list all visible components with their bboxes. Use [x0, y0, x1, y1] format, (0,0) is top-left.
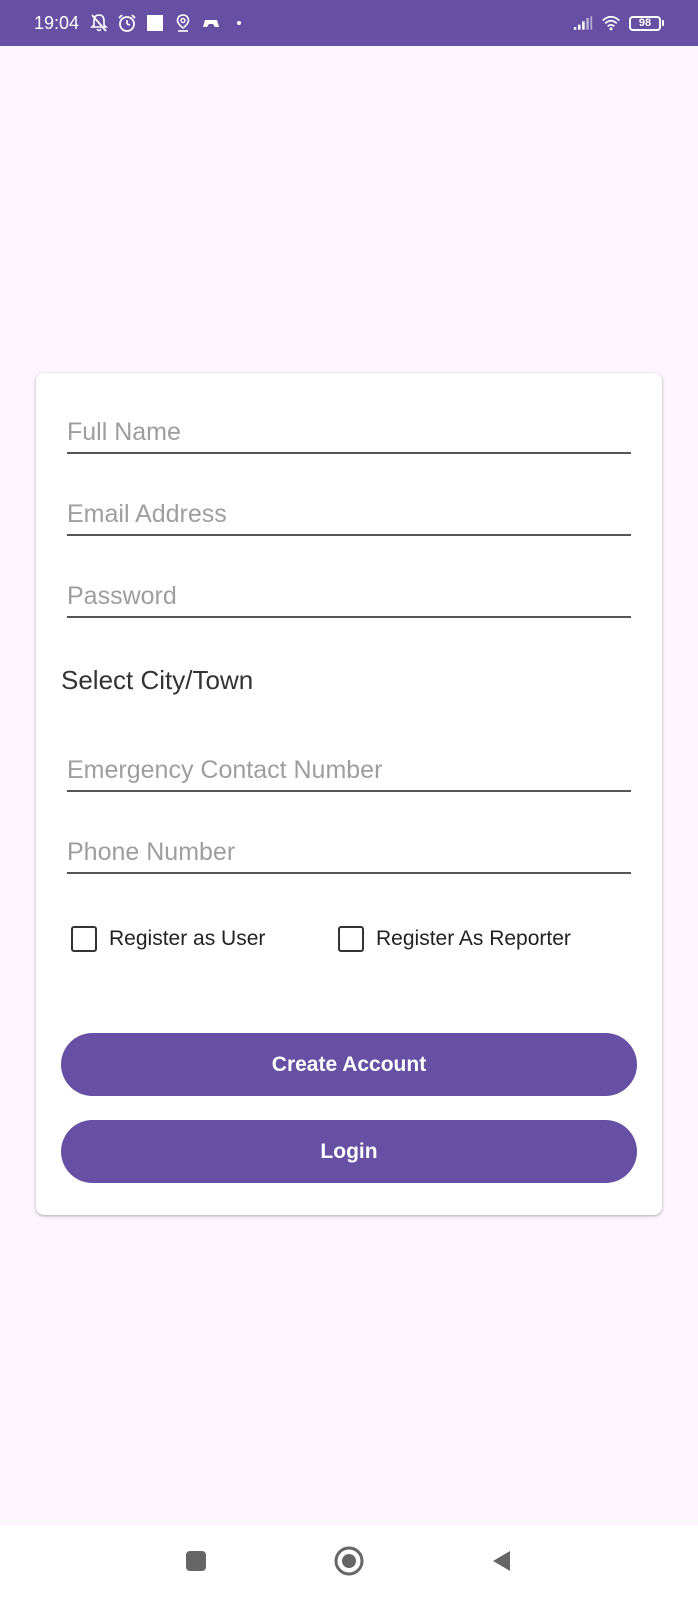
emergency-contact-input[interactable]	[67, 756, 631, 785]
password-input[interactable]	[67, 582, 631, 611]
emergency-contact-field	[67, 746, 631, 792]
password-field	[67, 572, 631, 618]
battery-level: 98	[629, 15, 661, 31]
email-field	[67, 490, 631, 536]
status-bar: 19:04 98	[0, 0, 698, 46]
register-user-checkbox[interactable]	[71, 926, 97, 952]
navigation-bar	[0, 1526, 698, 1600]
full-name-input[interactable]	[67, 418, 631, 447]
home-icon	[333, 1545, 365, 1582]
mute-notifications-icon	[89, 13, 109, 33]
wifi-icon	[601, 13, 621, 33]
back-icon	[490, 1549, 514, 1578]
dot-icon	[237, 21, 242, 25]
city-selector[interactable]: Select City/Town	[61, 665, 253, 696]
status-time: 19:04	[34, 12, 80, 33]
recents-icon	[184, 1549, 208, 1578]
register-card: Select City/Town Register as User Regist…	[36, 373, 662, 1215]
register-reporter-checkbox[interactable]	[338, 926, 364, 952]
home-button[interactable]	[319, 1526, 379, 1600]
register-reporter-label: Register As Reporter	[376, 927, 571, 950]
location-icon	[173, 13, 193, 33]
register-user-label: Register as User	[109, 927, 266, 950]
phone-input[interactable]	[67, 838, 631, 867]
square-notification-icon	[145, 13, 165, 33]
phone-field	[67, 828, 631, 874]
recents-button[interactable]	[166, 1526, 226, 1600]
login-button[interactable]: Login	[61, 1120, 637, 1183]
email-input[interactable]	[67, 500, 631, 529]
register-user-checkbox-row[interactable]: Register as User	[71, 926, 265, 952]
register-reporter-checkbox-row[interactable]: Register As Reporter	[338, 926, 571, 952]
create-account-button[interactable]: Create Account	[61, 1033, 637, 1096]
back-button[interactable]	[472, 1526, 532, 1600]
status-left: 19:04	[34, 12, 242, 34]
gamepad-icon	[201, 13, 221, 33]
status-right: 98	[573, 13, 664, 33]
signal-icon	[573, 13, 593, 33]
alarm-icon	[117, 13, 137, 33]
full-name-field	[67, 408, 631, 454]
battery-icon: 98	[629, 15, 664, 31]
